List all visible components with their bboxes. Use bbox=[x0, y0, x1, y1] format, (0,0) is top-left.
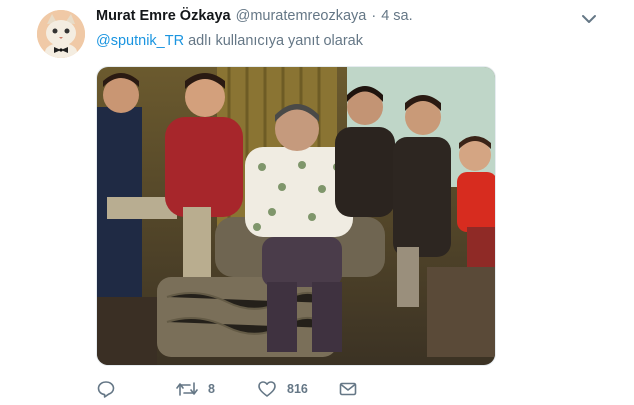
author-handle[interactable]: @muratemreozkaya bbox=[236, 8, 367, 24]
chevron-down-icon bbox=[582, 15, 596, 23]
tweet: Murat Emre Özkaya @muratemreozkaya · 4 s… bbox=[0, 0, 634, 405]
retweet-button[interactable]: 8 bbox=[176, 377, 215, 401]
like-count: 816 bbox=[287, 382, 308, 396]
envelope-icon bbox=[339, 382, 357, 396]
reply-context-text: adlı kullanıcıya yanıt olarak bbox=[184, 33, 363, 49]
timestamp[interactable]: 4 sa. bbox=[381, 8, 412, 24]
more-menu-button[interactable] bbox=[578, 8, 600, 30]
avatar[interactable] bbox=[37, 10, 85, 58]
retweet-icon bbox=[176, 382, 198, 396]
like-button[interactable]: 816 bbox=[257, 377, 308, 401]
direct-message-button[interactable] bbox=[338, 377, 358, 401]
reply-context: @sputnik_TR adlı kullanıcıya yanıt olara… bbox=[96, 33, 363, 49]
heart-icon bbox=[258, 381, 276, 397]
cat-avatar-icon bbox=[37, 10, 85, 58]
reply-button[interactable] bbox=[96, 377, 116, 401]
media-scene bbox=[97, 67, 495, 365]
retweet-count: 8 bbox=[208, 382, 215, 396]
author-name[interactable]: Murat Emre Özkaya bbox=[96, 8, 231, 24]
reply-icon bbox=[97, 381, 115, 398]
tweet-media-image[interactable] bbox=[96, 66, 496, 366]
tweet-header: Murat Emre Özkaya @muratemreozkaya · 4 s… bbox=[96, 8, 594, 28]
reply-mention-link[interactable]: @sputnik_TR bbox=[96, 33, 184, 49]
separator-dot: · bbox=[371, 8, 377, 24]
tweet-actions: 8 816 bbox=[96, 377, 396, 401]
